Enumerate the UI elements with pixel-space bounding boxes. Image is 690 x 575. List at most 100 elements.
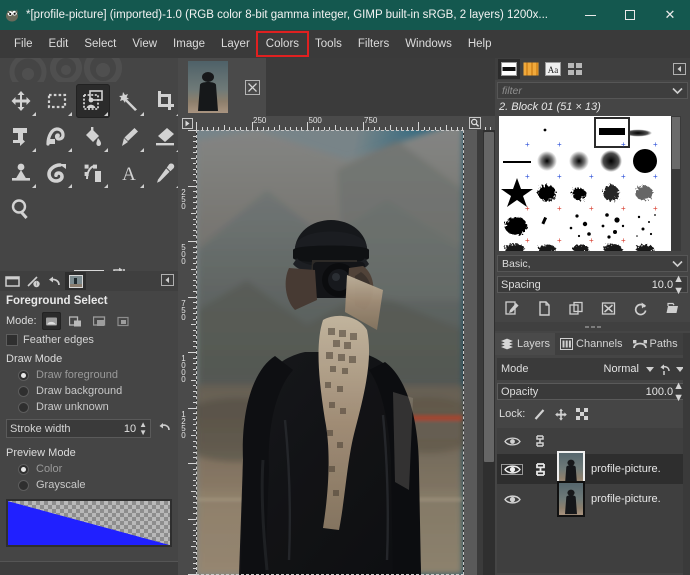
layer-visibility-toggle-0[interactable] xyxy=(501,436,523,447)
menu-view[interactable]: View xyxy=(124,35,165,53)
images-tab[interactable] xyxy=(65,272,86,290)
preview-grayscale-radio[interactable] xyxy=(18,479,29,491)
foreground-select-tool[interactable] xyxy=(76,84,110,118)
preview-grayscale-option[interactable]: Grayscale xyxy=(4,477,174,493)
warp-transform-tool[interactable] xyxy=(40,120,74,154)
layer-list[interactable]: profile-picture. profile-picture. xyxy=(497,428,688,573)
undo-history-tab[interactable] xyxy=(44,272,65,290)
preview-color-radio[interactable] xyxy=(18,463,29,475)
draw-unknown-radio[interactable] xyxy=(18,401,29,413)
zoom-tool[interactable] xyxy=(4,192,38,226)
new-brush-button[interactable] xyxy=(533,298,557,318)
quick-mask-corner-button[interactable] xyxy=(178,116,196,130)
draw-foreground-option[interactable]: Draw foreground xyxy=(4,367,174,383)
brush-grid-scrollbar[interactable] xyxy=(671,116,681,251)
clone-tool[interactable] xyxy=(40,156,74,190)
duplicate-brush-button[interactable] xyxy=(565,298,589,318)
bucket-fill-tool[interactable] xyxy=(76,120,110,154)
layer-visibility-toggle-2[interactable] xyxy=(501,494,523,505)
close-button[interactable]: ✕ xyxy=(650,0,690,30)
preview-color-option[interactable]: Color xyxy=(4,461,174,477)
menu-windows[interactable]: Windows xyxy=(397,35,460,53)
tab-paths[interactable]: Paths xyxy=(628,333,683,355)
draw-background-option[interactable]: Draw background xyxy=(4,383,174,399)
vertical-ruler[interactable]: 250 500 750 1000 1250 xyxy=(178,130,196,575)
maximize-button[interactable] xyxy=(610,0,650,30)
color-picker-tool[interactable] xyxy=(148,156,178,190)
paintbrush-tool[interactable] xyxy=(112,120,146,154)
draw-unknown-option[interactable]: Draw unknown xyxy=(4,399,174,415)
menu-help[interactable]: Help xyxy=(460,35,500,53)
draw-background-radio[interactable] xyxy=(18,385,29,397)
layer-row-top[interactable] xyxy=(497,428,688,454)
document-history-tab[interactable] xyxy=(564,59,586,79)
brushes-dock-menu-icon[interactable] xyxy=(668,59,690,79)
feather-edges-checkbox[interactable] xyxy=(6,334,18,346)
tool-options-tab[interactable] xyxy=(2,272,23,290)
draw-foreground-radio[interactable] xyxy=(18,369,29,381)
brush-filter-input[interactable]: filter xyxy=(497,82,688,99)
stroke-width-input[interactable]: Stroke width 10 ▲ ▼ xyxy=(6,419,151,438)
lock-alpha-icon[interactable] xyxy=(576,407,589,421)
intersect-with-selection-button[interactable] xyxy=(114,312,133,330)
smudge-tool[interactable] xyxy=(4,156,38,190)
layer-row-2[interactable]: profile-picture. xyxy=(497,481,688,517)
chevron-down-icon[interactable] xyxy=(646,366,654,372)
subtract-from-selection-button[interactable] xyxy=(90,312,109,330)
tab-channels[interactable]: Channels xyxy=(555,333,627,355)
menu-colors[interactable]: Colors xyxy=(255,31,310,57)
image-tab-profile-picture[interactable] xyxy=(178,58,238,116)
spacing-stepper[interactable]: ▲ ▼ xyxy=(673,273,684,297)
reset-mode-icon[interactable] xyxy=(658,363,672,376)
crop-tool[interactable] xyxy=(148,84,178,118)
chevron-down-icon[interactable] xyxy=(672,87,683,95)
layers-panel-scrollbar[interactable] xyxy=(683,333,690,575)
dock-menu-icon[interactable] xyxy=(161,273,174,289)
feather-edges-row[interactable]: Feather edges xyxy=(4,332,174,348)
gradient-preview[interactable] xyxy=(6,499,172,547)
paths-tool[interactable] xyxy=(76,156,110,190)
menu-filters[interactable]: Filters xyxy=(350,35,397,53)
layer-visibility-toggle-1[interactable] xyxy=(501,464,523,475)
stroke-width-stepper[interactable]: ▲ ▼ xyxy=(139,420,147,437)
layer-link-toggle-1[interactable] xyxy=(529,462,551,477)
fonts-tab[interactable]: Aa xyxy=(542,59,564,79)
brush-tag-input[interactable]: Basic, xyxy=(497,255,688,272)
reset-stroke-width-icon[interactable] xyxy=(157,421,172,436)
canvas-scrollbar-thumb[interactable] xyxy=(484,132,494,462)
unified-transform-tool[interactable] xyxy=(4,120,38,154)
device-status-tab[interactable]: i xyxy=(23,272,44,290)
menu-layer[interactable]: Layer xyxy=(213,35,258,53)
menu-edit[interactable]: Edit xyxy=(41,35,77,53)
horizontal-ruler[interactable]: 250 500 750 xyxy=(178,116,495,130)
delete-brush-button[interactable] xyxy=(596,298,620,318)
eraser-tool[interactable] xyxy=(148,120,178,154)
edit-brush-button[interactable] xyxy=(501,298,525,318)
chevron-down-icon[interactable] xyxy=(672,260,683,268)
close-image-tab-button[interactable] xyxy=(238,58,266,116)
zoom-image-button[interactable] xyxy=(467,116,483,130)
rectangle-select-tool[interactable] xyxy=(40,84,74,118)
canvas-vertical-scrollbar[interactable] xyxy=(483,130,495,575)
refresh-brushes-button[interactable] xyxy=(628,298,652,318)
menu-image[interactable]: Image xyxy=(165,35,213,53)
patterns-tab[interactable] xyxy=(520,59,542,79)
dock-separator-grip[interactable] xyxy=(495,322,690,331)
fuzzy-select-tool[interactable] xyxy=(112,84,146,118)
layer-link-toggle-0[interactable] xyxy=(529,434,551,448)
menu-file[interactable]: File xyxy=(6,35,41,53)
brush-spacing-slider[interactable]: Spacing 10.0 ▲ ▼ xyxy=(497,273,688,297)
menu-select[interactable]: Select xyxy=(76,35,124,53)
brushes-tab[interactable] xyxy=(498,59,520,79)
canvas-viewport[interactable] xyxy=(196,130,477,575)
replace-selection-button[interactable] xyxy=(41,312,61,330)
move-tool[interactable] xyxy=(4,84,38,118)
minimize-button[interactable] xyxy=(570,0,610,30)
layer-opacity-slider[interactable]: Opacity 100.0 ▲ ▼ xyxy=(497,380,688,404)
tab-layers[interactable]: Layers xyxy=(495,333,556,355)
layer-row-1[interactable]: profile-picture. xyxy=(497,451,688,487)
add-to-selection-button[interactable] xyxy=(66,312,85,330)
brush-scrollbar-thumb[interactable] xyxy=(672,117,680,169)
text-tool[interactable]: A xyxy=(112,156,146,190)
menu-tools[interactable]: Tools xyxy=(307,35,350,53)
